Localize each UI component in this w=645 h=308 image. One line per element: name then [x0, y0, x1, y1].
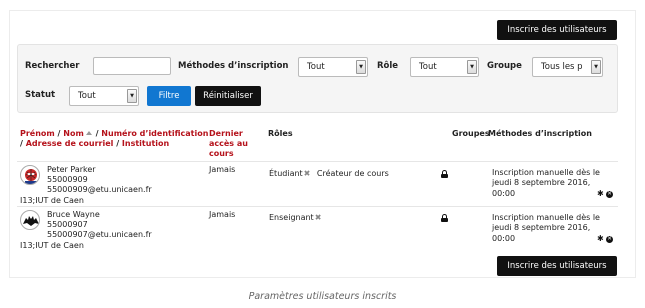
status-select-value: Tout	[78, 91, 96, 101]
role-label: Créateur de cours	[316, 169, 389, 178]
reset-button[interactable]: Réinitialiser	[195, 86, 261, 106]
user-idnumber: 55000909	[47, 175, 88, 184]
last-access-header-line3: cours	[209, 149, 234, 158]
name-column-header: Prénom / Nom / Numéro d’identification / …	[20, 129, 209, 148]
user-institution: I13;IUT de Caen	[20, 241, 84, 250]
chevron-down-icon: ▼	[356, 60, 366, 74]
last-access: Jamais	[209, 165, 236, 174]
sort-ascending-icon	[85, 131, 92, 135]
groups-header: Groupes	[452, 129, 490, 138]
last-access-header-line2: accès au	[209, 139, 248, 148]
last-access: Jamais	[209, 210, 236, 219]
user-idnumber: 55000907	[47, 220, 88, 229]
sort-email-link[interactable]: Adresse de courriel	[26, 139, 114, 148]
role-label: Étudiant	[269, 169, 303, 178]
row-divider	[17, 206, 618, 207]
user-institution: I13;IUT de Caen	[20, 196, 84, 205]
roles-header: Rôles	[268, 129, 293, 138]
sort-last-access-link[interactable]: Dernier accès au cours	[209, 129, 248, 159]
role-list: Enseignant✖	[269, 213, 321, 223]
enrol-method-line1: Inscription manuelle dès le	[492, 168, 600, 177]
filter-button[interactable]: Filtre	[147, 86, 191, 106]
enrol-method-line3: 00:00	[492, 189, 516, 198]
chevron-down-icon: ▼	[591, 60, 601, 74]
remove-role-icon[interactable]: ✖	[304, 169, 311, 178]
last-access-header-line1: Dernier	[209, 129, 243, 138]
status-select[interactable]: Tout ▼	[69, 86, 139, 106]
role-label: Enseignant	[269, 213, 314, 222]
group-select[interactable]: Tous les p ▼	[532, 57, 603, 77]
methods-header: Méthodes d’inscription	[488, 129, 592, 138]
user-email: 55000907@etu.unicaen.fr	[47, 230, 152, 239]
remove-role-icon[interactable]: ✖	[315, 213, 322, 222]
enrol-method-line1: Inscription manuelle dès le	[492, 213, 600, 222]
sort-firstname-link[interactable]: Prénom	[20, 129, 55, 138]
search-input[interactable]	[93, 57, 171, 75]
group-select-value: Tous les p	[541, 62, 583, 72]
avatar[interactable]	[20, 210, 40, 230]
figure-caption: Paramètres utilisateurs inscrits	[248, 291, 397, 302]
gear-icon[interactable]: ✱	[597, 190, 604, 198]
role-select-value: Tout	[419, 62, 437, 72]
avatar[interactable]	[20, 165, 40, 185]
role-label: Rôle	[377, 61, 399, 71]
methods-select-value: Tout	[307, 62, 325, 72]
status-label: Statut	[25, 90, 56, 100]
sort-lastname-link[interactable]: Nom	[63, 129, 84, 138]
sort-idnumber-link[interactable]: Numéro d’identification	[101, 129, 208, 138]
enrol-method-line2: jeudi 8 septembre 2016,	[492, 178, 591, 187]
row-divider	[17, 161, 618, 162]
user-name-link[interactable]: Bruce Wayne	[47, 210, 100, 220]
lock-icon	[441, 214, 448, 222]
enrol-users-button-bottom[interactable]: Inscrire des utilisateurs	[497, 256, 617, 276]
user-email: 55000909@etu.unicaen.fr	[47, 185, 152, 194]
methods-select[interactable]: Tout ▼	[298, 57, 368, 77]
chevron-down-icon: ▼	[467, 60, 477, 74]
group-label: Groupe	[487, 61, 522, 71]
role-select[interactable]: Tout ▼	[410, 57, 479, 77]
unenrol-icon[interactable]: ✕	[606, 191, 613, 198]
gear-icon[interactable]: ✱	[597, 235, 604, 243]
user-name-link[interactable]: Peter Parker	[47, 165, 96, 175]
unenrol-icon[interactable]: ✕	[606, 236, 613, 243]
search-label: Rechercher	[25, 61, 80, 71]
sort-institution-link[interactable]: Institution	[122, 139, 169, 148]
lock-icon	[441, 170, 448, 178]
methods-label: Méthodes d’inscription	[178, 61, 289, 71]
chevron-down-icon: ▼	[127, 89, 137, 103]
enrol-method-line2: jeudi 8 septembre 2016,	[492, 223, 591, 232]
enrol-users-button-top[interactable]: Inscrire des utilisateurs	[497, 20, 617, 40]
enrol-method-line3: 00:00	[492, 234, 516, 243]
role-list: Étudiant✖ Créateur de cours	[269, 169, 389, 179]
